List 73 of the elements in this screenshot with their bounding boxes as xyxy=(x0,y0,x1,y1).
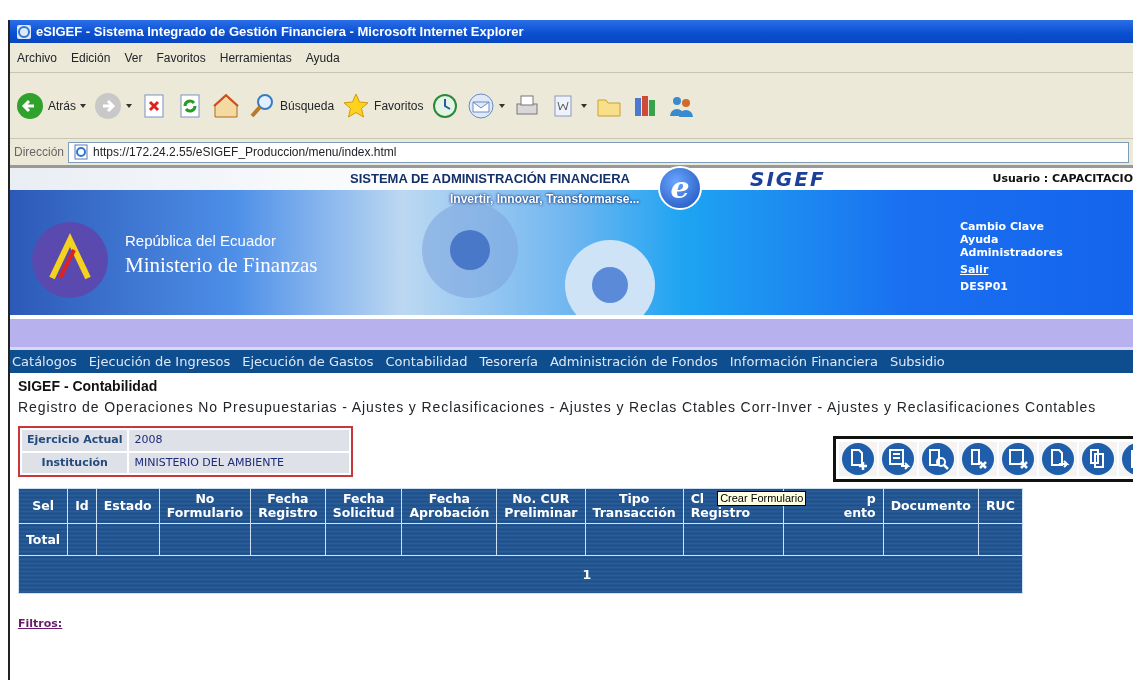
window-title: eSIGEF - Sistema Integrado de Gestión Financiera - Microsoft Internet Explorer xyxy=(36,22,524,41)
user-code: DESP01 xyxy=(960,280,1009,293)
toolbar-button[interactable] xyxy=(1039,442,1077,476)
nav-menu-item[interactable]: Contabilidad xyxy=(385,351,468,372)
nav-menu-item[interactable]: Tesorería xyxy=(479,351,538,372)
column-header: RUC xyxy=(978,488,1023,524)
toolbar-button[interactable]: Favoritos xyxy=(342,91,424,120)
menu-item[interactable]: Ayuda xyxy=(298,48,347,67)
menu-item[interactable]: Edición xyxy=(64,48,118,67)
address-label: Dirección xyxy=(14,144,64,161)
toolbar-button[interactable] xyxy=(467,91,506,120)
page-title: SIGEF - Contabilidad xyxy=(18,377,159,396)
field-value: 2008 xyxy=(129,430,350,451)
e-logo: e xyxy=(658,166,702,210)
document-x-icon xyxy=(961,442,995,476)
field-label: Institución xyxy=(22,452,128,473)
slogan-text: Invertir, Innovar, Transformarse... xyxy=(450,191,640,208)
nav-menu-item[interactable]: Ejecución de Ingresos xyxy=(88,351,231,372)
ministry-logo-icon xyxy=(30,220,110,300)
address-field[interactable]: https://172.24.2.55/eSIGEF_Produccion/menu/index.html xyxy=(68,141,1129,163)
menu-item[interactable]: Herramientas xyxy=(212,48,299,67)
column-header: Documento xyxy=(883,488,979,524)
envelope-icon xyxy=(467,91,496,120)
column-header: Id xyxy=(67,488,97,524)
header-link[interactable]: Cambio Clave xyxy=(960,220,1063,233)
toolbar-button[interactable] xyxy=(839,442,877,476)
toolbar-button[interactable] xyxy=(999,442,1037,476)
country-name: República del Ecuador xyxy=(125,231,276,251)
header-link[interactable]: Ayuda xyxy=(960,233,1063,246)
field-value: MINISTERIO DEL AMBIENTE xyxy=(129,452,350,473)
house-icon xyxy=(212,91,240,120)
column-header: No Formulario xyxy=(159,488,251,524)
column-header: No. CUR Preliminar xyxy=(496,488,585,524)
new-document-icon xyxy=(841,442,875,476)
column-header: Fecha Registro xyxy=(250,488,326,524)
nav-menu-item[interactable]: Información Financiera xyxy=(729,351,878,372)
document-magnifier-icon xyxy=(921,442,955,476)
browser-icon xyxy=(16,23,32,40)
column-header: Fecha Solicitud xyxy=(325,488,402,524)
menu-item[interactable]: Ver xyxy=(117,48,150,67)
total-label: Total xyxy=(18,523,68,556)
nav-menu-item[interactable]: Catálogos xyxy=(12,351,77,372)
toolbar-button[interactable] xyxy=(879,442,917,476)
toolbar-button[interactable] xyxy=(959,442,997,476)
breadcrumb-text: Registro de Operaciones No Presupuestarias - Ajustes y Reclasificaciones - Ajustes y Reclas Ctables Corr-Inver - Ajustes y Reclasificaciones Contables xyxy=(18,398,1098,417)
system-title: SISTEMA DE ADMINISTRACIÓN FINANCIERA xyxy=(350,170,630,189)
nav-menu-item[interactable]: Subsidio xyxy=(889,351,945,372)
column-header: Fecha Aprobación xyxy=(401,488,497,524)
field-label: Ejercicio Actual xyxy=(22,430,128,451)
search-icon xyxy=(248,91,276,120)
header-link[interactable]: Salir xyxy=(960,263,1063,276)
nav-menu-item[interactable]: Administración de Fondos xyxy=(549,351,718,372)
ministry-name: Ministerio de Finanzas xyxy=(125,252,318,279)
save-x-icon xyxy=(1001,442,1035,476)
filters-link[interactable]: Filtros: xyxy=(18,616,63,633)
toolbar-button[interactable] xyxy=(1079,442,1117,476)
star-icon xyxy=(342,91,371,120)
toolbar-button[interactable]: Búsqueda xyxy=(248,91,335,120)
menu-item[interactable]: Archivo xyxy=(10,48,64,67)
nav-menu-item[interactable]: Ejecución de Gastos xyxy=(242,351,374,372)
user-label: Usuario : CAPACITACIO xyxy=(992,170,1133,187)
toolbar-button[interactable] xyxy=(919,442,957,476)
copy-icon xyxy=(1081,442,1115,476)
column-header: Sel xyxy=(18,488,68,524)
sigef-logo: SIGEF xyxy=(750,166,826,193)
toolbar-button[interactable]: Atrás xyxy=(16,91,86,120)
header-link[interactable]: Administradores xyxy=(960,246,1063,259)
menu-item[interactable]: Favoritos xyxy=(149,48,213,67)
toolbar-button[interactable] xyxy=(212,91,240,120)
column-header: Estado xyxy=(96,488,160,524)
page-number[interactable]: 1 xyxy=(582,566,592,582)
page-icon xyxy=(73,144,89,160)
column-header: Tipo Transacción xyxy=(585,488,684,524)
